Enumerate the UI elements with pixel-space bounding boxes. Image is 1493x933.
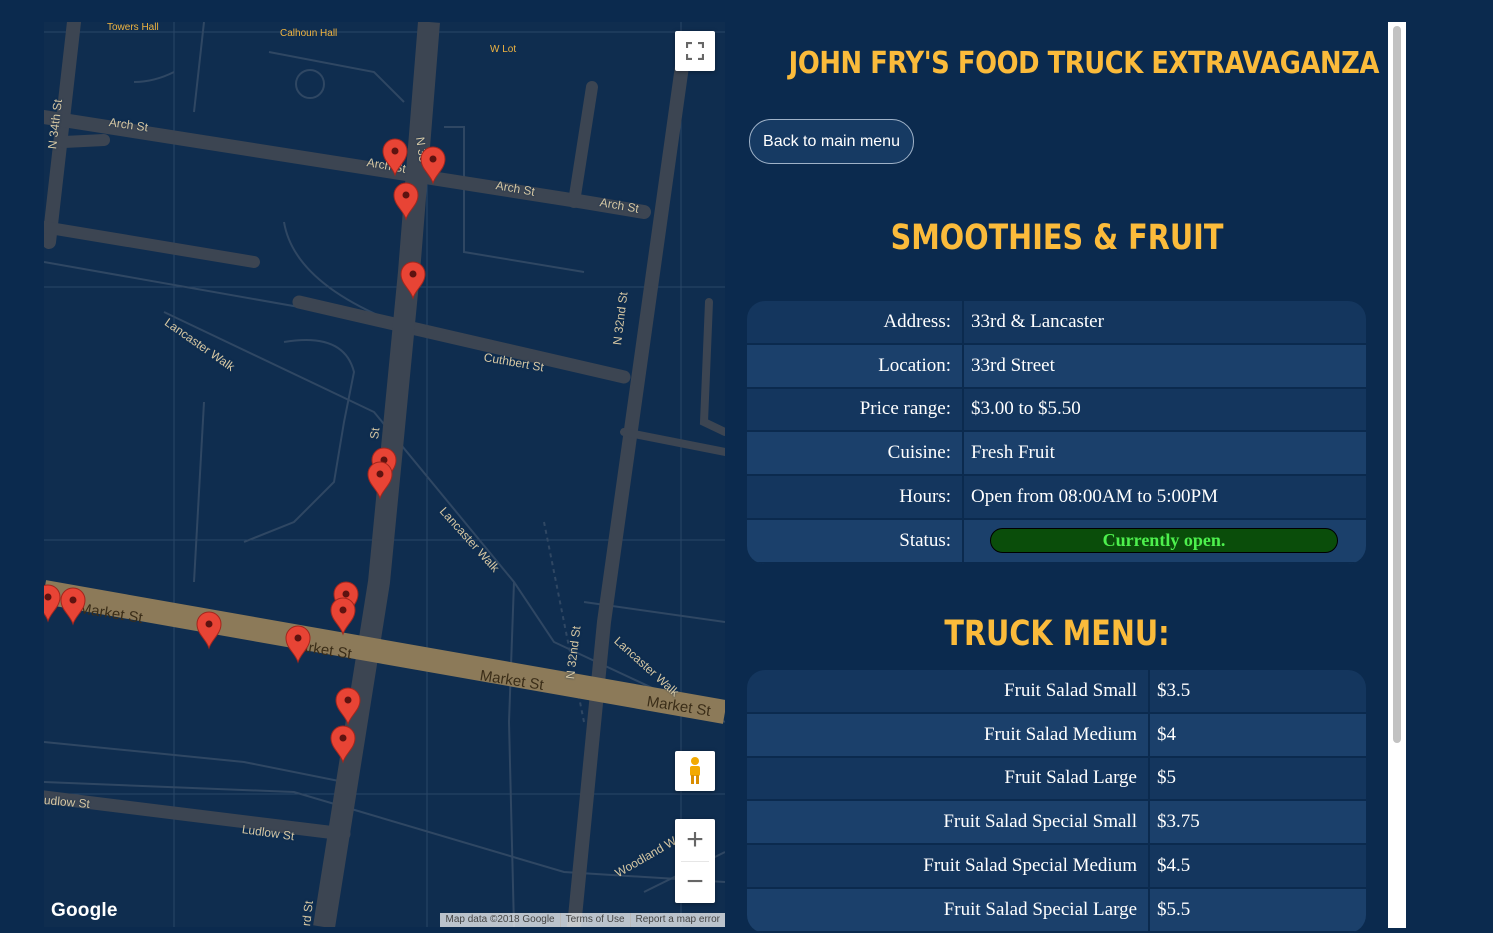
menu-item-name: Fruit Salad Special Medium — [747, 845, 1150, 887]
info-value: 33rd & Lancaster — [971, 310, 1104, 332]
menu-item-price: $3.75 — [1157, 811, 1200, 833]
status-badge: Currently open. — [990, 528, 1338, 554]
fullscreen-button[interactable] — [675, 31, 715, 71]
google-logo: Google — [51, 900, 118, 921]
scrollbar-thumb[interactable] — [1393, 26, 1401, 743]
map-view[interactable]: N 34th St Arch St Arch St Arch St Arch S… — [44, 22, 725, 927]
info-label: Price range: — [747, 388, 964, 431]
info-value: $3.00 to $5.50 — [971, 398, 1081, 420]
food-truck-marker[interactable] — [382, 138, 408, 177]
menu-item-name: Fruit Salad Large — [747, 757, 1150, 800]
food-truck-marker[interactable] — [420, 146, 446, 185]
table-row: Location: 33rd Street — [747, 344, 1366, 389]
marker-layer — [44, 138, 446, 764]
menu-item-price: $4.5 — [1157, 855, 1191, 877]
zoom-in-button[interactable]: + — [675, 819, 715, 861]
info-label: Address: — [747, 301, 964, 343]
report-map-error-link[interactable]: Report a map error — [629, 913, 725, 927]
menu-item-price: $3.5 — [1157, 679, 1191, 701]
info-value: Fresh Fruit — [971, 442, 1055, 464]
table-row: Fruit Salad Large $5 — [747, 757, 1366, 802]
menu-item-price: $5.5 — [1157, 898, 1191, 920]
food-truck-marker[interactable] — [196, 611, 222, 650]
truck-info-table: Address: 33rd & Lancaster Location: 33rd… — [747, 301, 1366, 564]
terms-of-use-link[interactable]: Terms of Use — [559, 913, 630, 927]
food-truck-marker[interactable] — [60, 587, 86, 626]
truck-detail-panel: JOHN FRY'S FOOD TRUCK EXTRAVAGANZA Back … — [745, 22, 1380, 933]
info-label: Status: — [747, 519, 964, 562]
food-truck-marker[interactable] — [393, 182, 419, 221]
back-to-main-menu-button[interactable]: Back to main menu — [749, 119, 914, 164]
food-truck-marker[interactable] — [400, 261, 426, 300]
menu-item-name: Fruit Salad Special Large — [747, 888, 1150, 931]
food-truck-marker[interactable] — [335, 687, 361, 726]
menu-item-name: Fruit Salad Medium — [747, 713, 1150, 756]
zoom-control: + − — [675, 819, 715, 903]
menu-table: Fruit Salad Small $3.5 Fruit Salad Mediu… — [747, 670, 1366, 933]
map-attribution: Map data ©2018 Google Terms of Use Repor… — [440, 913, 725, 927]
food-truck-marker[interactable] — [285, 625, 311, 664]
menu-item-name: Fruit Salad Small — [747, 670, 1150, 712]
table-row: Status: Currently open. — [747, 519, 1366, 564]
food-truck-marker[interactable] — [44, 584, 61, 623]
food-truck-marker[interactable] — [330, 597, 356, 636]
pegman-icon — [690, 757, 700, 784]
zoom-out-button[interactable]: − — [675, 861, 715, 903]
info-label: Location: — [747, 344, 964, 387]
info-label: Cuisine: — [747, 432, 964, 475]
table-row: Hours: Open from 08:00AM to 5:00PM — [747, 476, 1366, 520]
table-row: Address: 33rd & Lancaster — [747, 301, 1366, 345]
food-truck-marker[interactable] — [367, 461, 393, 500]
page-scrollbar[interactable] — [1388, 22, 1406, 928]
table-row: Fruit Salad Special Small $3.75 — [747, 801, 1366, 846]
menu-item-name: Fruit Salad Special Small — [747, 801, 1150, 844]
menu-item-price: $4 — [1157, 723, 1176, 745]
zoom-divider — [681, 861, 709, 862]
fullscreen-icon — [686, 42, 704, 60]
table-row: Cuisine: Fresh Fruit — [747, 432, 1366, 477]
table-row: Price range: $3.00 to $5.50 — [747, 388, 1366, 433]
menu-heading: TRUCK MENU: — [944, 614, 1170, 654]
table-row: Fruit Salad Special Large $5.5 — [747, 888, 1366, 933]
food-truck-marker[interactable] — [330, 725, 356, 764]
info-label: Hours: — [747, 476, 964, 518]
table-row: Fruit Salad Medium $4 — [747, 713, 1366, 758]
street-view-button[interactable] — [675, 751, 715, 791]
table-row: Fruit Salad Special Medium $4.5 — [747, 845, 1366, 889]
table-row: Fruit Salad Small $3.5 — [747, 670, 1366, 714]
truck-name: SMOOTHIES & FRUIT — [890, 218, 1224, 258]
page-title: JOHN FRY'S FOOD TRUCK EXTRAVAGANZA — [788, 46, 1380, 81]
status-cell: Currently open. — [964, 520, 1366, 562]
info-value: 33rd Street — [971, 354, 1055, 376]
menu-item-price: $5 — [1157, 767, 1176, 789]
info-value: Open from 08:00AM to 5:00PM — [971, 486, 1218, 508]
map-data-credit: Map data ©2018 Google — [445, 914, 555, 925]
